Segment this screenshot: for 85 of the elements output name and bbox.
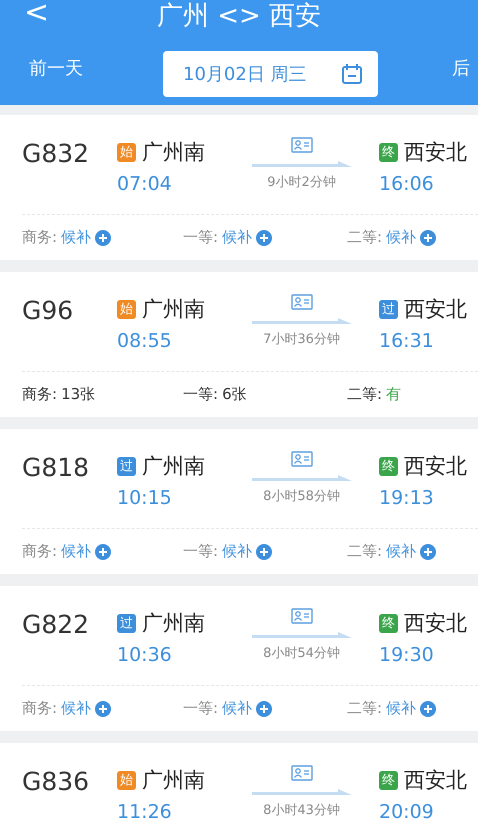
seat-availability: 候补 [61, 698, 92, 720]
seat-availability: 候补 [386, 227, 416, 248]
time-text: 20:09 [379, 800, 435, 824]
seat-availability: 候补 [386, 541, 416, 562]
seat-availability: 候补 [222, 698, 252, 720]
seat-class-label: 商务: [22, 227, 58, 248]
station-name: 西安北 [404, 453, 467, 480]
train-number: G818 [22, 452, 90, 484]
station-name: 西安北 [404, 610, 467, 637]
seat-class-label: 商务: [22, 384, 58, 406]
duration-text: 8小时43分钟 [263, 802, 340, 820]
station-type-tag: 终 [379, 770, 398, 790]
seat-class-label: 商务: [22, 698, 58, 720]
station-type-tag: 始 [117, 300, 136, 318]
add-icon[interactable] [256, 700, 272, 716]
add-icon[interactable] [256, 544, 272, 560]
add-icon[interactable] [256, 230, 272, 246]
train-number: G96 [22, 295, 74, 327]
seat-availability: 候补 [222, 227, 252, 248]
add-icon[interactable] [95, 700, 112, 716]
seat-availability: 候补 [386, 698, 416, 720]
time-text: 16:06 [379, 172, 435, 197]
train-card[interactable]: G822 过 广州南 10:36 8小时54分钟 终 西安北 19:30 商务: 候补 一等: 候补 二等: 候补 [0, 586, 478, 731]
duration-text: 8小时54分钟 [263, 645, 340, 663]
id-card-icon [290, 137, 312, 153]
add-icon[interactable] [95, 230, 112, 246]
add-icon[interactable] [95, 544, 112, 560]
time-text: 08:55 [117, 329, 173, 354]
station-type-tag: 过 [379, 300, 398, 318]
train-card[interactable]: G832 始 广州南 07:04 9小时2分钟 终 西安北 16:06 商务: 候补 一等: 候补 二等: 候补 [0, 115, 478, 260]
station-name: 广州南 [142, 453, 205, 480]
station-type-tag: 过 [117, 614, 136, 632]
station-name: 广州南 [142, 139, 205, 166]
station-type-tag: 始 [117, 142, 136, 162]
seat-class-label: 一等: [183, 698, 218, 720]
train-card[interactable]: G818 过 广州南 10:15 8小时58分钟 终 西安北 19:13 商务: 候补 一等: 候补 二等: 候补 [0, 429, 478, 574]
station-name: 广州南 [142, 767, 205, 794]
seat-class-label: 一等: [183, 541, 218, 562]
time-text: 19:30 [379, 643, 435, 668]
seat-class-label: 二等: [347, 698, 382, 720]
station-type-tag: 终 [379, 456, 398, 476]
id-card-icon [290, 451, 312, 467]
time-text: 16:31 [379, 329, 435, 354]
station-name: 西安北 [404, 296, 467, 323]
time-text: 10:15 [117, 486, 173, 511]
station-name: 广州南 [142, 296, 205, 323]
station-type-tag: 终 [379, 142, 398, 162]
time-text: 07:04 [117, 172, 173, 197]
station-type-tag: 过 [117, 456, 136, 476]
add-icon[interactable] [420, 544, 436, 560]
seat-class-label: 二等: [347, 227, 382, 248]
add-icon[interactable] [420, 230, 436, 246]
station-name: 西安北 [404, 767, 467, 794]
duration-text: 7小时36分钟 [263, 331, 340, 349]
seat-availability: 6张 [222, 384, 247, 406]
seat-availability: 候补 [61, 541, 92, 562]
route-title: 广州 <> 西安 [156, 0, 322, 32]
duration-text: 9小时2分钟 [267, 174, 336, 192]
seat-availability: 候补 [61, 227, 92, 248]
seat-class-label: 一等: [183, 227, 218, 248]
id-card-icon [290, 608, 312, 624]
time-text: 19:13 [379, 486, 435, 511]
train-number: G836 [22, 766, 90, 798]
seat-class-label: 二等: [347, 541, 382, 562]
time-text: 10:36 [117, 643, 173, 668]
id-card-icon [290, 294, 312, 310]
station-type-tag: 终 [379, 614, 398, 632]
seat-class-label: 商务: [22, 541, 58, 562]
train-number: G832 [22, 138, 90, 170]
station-type-tag: 始 [117, 770, 136, 790]
seat-class-label: 一等: [183, 384, 218, 406]
seat-class-label: 二等: [347, 384, 382, 406]
seat-availability: 候补 [222, 541, 252, 562]
train-number: G822 [22, 609, 90, 641]
station-name: 广州南 [142, 610, 205, 637]
time-text: 11:26 [117, 800, 173, 824]
train-card[interactable]: G836 始 广州南 11:26 8小时43分钟 终 西安北 20:09 [0, 743, 478, 824]
seat-availability: 有 [386, 384, 402, 406]
duration-text: 8小时58分钟 [263, 488, 340, 506]
calendar-icon [341, 63, 363, 85]
id-card-icon [290, 765, 312, 781]
seat-availability: 13张 [61, 384, 96, 406]
add-icon[interactable] [420, 700, 436, 716]
train-card[interactable]: G96 始 广州南 08:55 7小时36分钟 过 西安北 16:31 商务: 13张 一等: 6张 二等: 有 [0, 272, 478, 417]
station-name: 西安北 [404, 139, 467, 166]
